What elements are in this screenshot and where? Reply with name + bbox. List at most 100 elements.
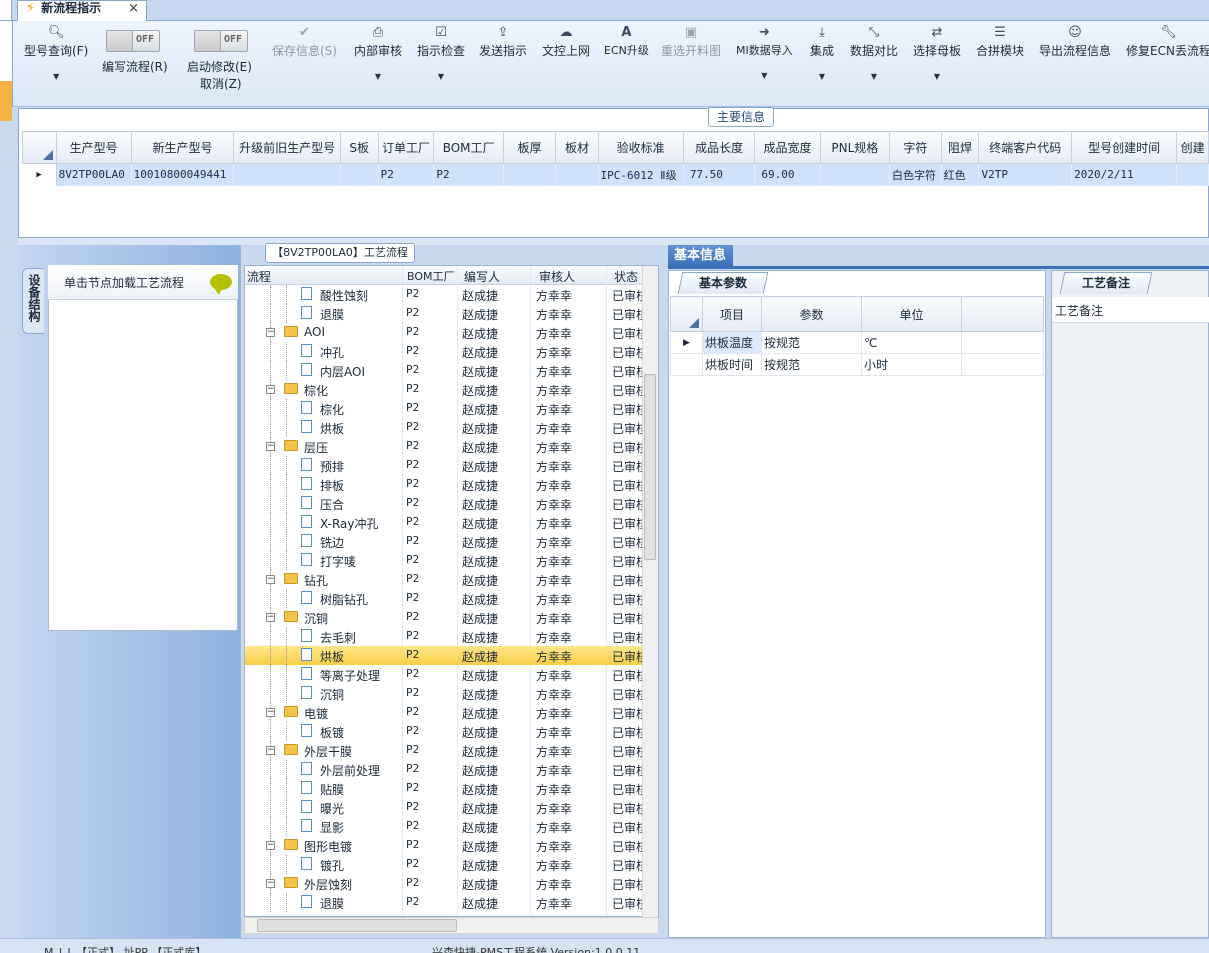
tree-leaf-node[interactable]: 板镀 P2 赵成捷 方幸幸 已审核: [245, 722, 648, 741]
col-item[interactable]: 项目: [702, 296, 762, 332]
collapse-icon[interactable]: −: [266, 746, 275, 755]
main-cell-13[interactable]: 红色: [941, 163, 980, 186]
edit-toggle[interactable]: OFF: [194, 30, 248, 52]
main-cell-9[interactable]: 77.50: [683, 163, 756, 186]
tree-leaf-node[interactable]: 铣边 P2 赵成捷 方幸幸 已审核: [245, 532, 648, 551]
tree-leaf-node[interactable]: 退膜 P2 赵成捷 方幸幸 已审核: [245, 304, 648, 323]
collapse-icon[interactable]: −: [266, 328, 275, 337]
col-reviewer[interactable]: 审核人: [539, 268, 575, 285]
tree-group-node[interactable]: − 钻孔 P2 赵成捷 方幸幸 已审核: [245, 570, 648, 589]
tab-new-flow-instruction[interactable]: ⚡ 新流程指示 ×: [17, 0, 147, 21]
main-col-14[interactable]: 终端客户代码: [978, 131, 1073, 164]
select-mother-board-button[interactable]: ⇄ 选择母板 ▼: [913, 24, 961, 81]
main-col-12[interactable]: 字符: [889, 131, 942, 164]
tree-leaf-node[interactable]: 贴膜 P2 赵成捷 方幸幸 已审核: [245, 779, 648, 798]
tree-group-node[interactable]: − AOI P2 赵成捷 方幸幸 已审核: [245, 323, 648, 342]
main-col-13[interactable]: 阻焊: [940, 131, 980, 164]
tree-leaf-node[interactable]: 内层AOI P2 赵成捷 方幸幸 已审核: [245, 361, 648, 380]
tree-leaf-node[interactable]: 等离子处理 P2 赵成捷 方幸幸 已审核: [245, 665, 648, 684]
tree-leaf-node[interactable]: 棕化 P2 赵成捷 方幸幸 已审核: [245, 399, 648, 418]
tree-leaf-node[interactable]: 冲孔 P2 赵成捷 方幸幸 已审核: [245, 342, 648, 361]
main-col-6[interactable]: 板厚: [502, 131, 557, 164]
table-row[interactable]: ▶ 烘板温度 按规范 ℃: [670, 331, 1044, 354]
main-col-9[interactable]: 成品长度: [682, 131, 756, 164]
main-cell-2[interactable]: [233, 163, 341, 186]
tree-group-node[interactable]: − 层压 P2 赵成捷 方幸幸 已审核: [245, 437, 648, 456]
main-cell-11[interactable]: [820, 163, 891, 186]
horizontal-scroll-thumb[interactable]: [257, 919, 457, 932]
tree-leaf-node[interactable]: 预排 P2 赵成捷 方幸幸 已审核: [245, 456, 648, 475]
model-query-button[interactable]: 🔍︎ 型号查询(F) ▼: [24, 24, 88, 81]
tree-leaf-node[interactable]: 外层前处理 P2 赵成捷 方幸幸 已审核: [245, 760, 648, 779]
tree-group-node[interactable]: − 棕化 P2 赵成捷 方幸幸 已审核: [245, 380, 648, 399]
tree-leaf-node[interactable]: 曝光 P2 赵成捷 方幸幸 已审核: [245, 798, 648, 817]
tree-leaf-node[interactable]: 镀孔 P2 赵成捷 方幸幸 已审核: [245, 855, 648, 874]
table-row[interactable]: 烘板时间 按规范 小时: [670, 353, 1044, 376]
tree-leaf-node[interactable]: 排板 P2 赵成捷 方幸幸 已审核: [245, 475, 648, 494]
export-flow-button[interactable]: ☺ 导出流程信息: [1039, 24, 1111, 59]
main-cell-4[interactable]: P2: [378, 163, 435, 186]
save-info-button[interactable]: ✔ 保存信息(S): [272, 24, 337, 59]
vertical-scrollbar[interactable]: [642, 266, 658, 917]
doc-upload-button[interactable]: ☁ 文控上网: [542, 24, 590, 59]
collapse-icon[interactable]: −: [266, 613, 275, 622]
tab-equipment-structure[interactable]: 设备结构: [22, 268, 44, 334]
close-icon[interactable]: ×: [128, 2, 139, 16]
instruction-check-button[interactable]: ☑ 指示检查 ▼: [417, 24, 465, 81]
col-flow[interactable]: 流程: [247, 268, 271, 285]
tree-leaf-node[interactable]: 去毛刺 P2 赵成捷 方幸幸 已审核: [245, 627, 648, 646]
tab-basic-info[interactable]: 基本信息: [668, 245, 733, 267]
main-cell-1[interactable]: 10010800049441: [131, 163, 235, 186]
main-col-0[interactable]: 生产型号: [55, 131, 132, 164]
main-cell-16[interactable]: [1176, 163, 1209, 186]
param-unit[interactable]: 小时: [861, 353, 962, 376]
merge-module-button[interactable]: ☰ 合拼模块: [976, 24, 1024, 59]
tree-leaf-node[interactable]: 退膜 P2 赵成捷 方幸幸 已审核: [245, 893, 648, 912]
tree-group-node[interactable]: − 外层蚀刻 P2 赵成捷 方幸幸 已审核: [245, 874, 648, 893]
main-col-8[interactable]: 验收标准: [597, 131, 684, 164]
flow-tree[interactable]: 流程 BOM工厂 编写人 审核人 状态 酸性蚀刻 P2 赵成捷 方幸幸 已审核 退膜 P2 赵…: [244, 265, 659, 917]
col-param[interactable]: 参数: [761, 296, 862, 332]
main-cell-3[interactable]: [340, 163, 379, 186]
grid-corner[interactable]: [22, 131, 57, 164]
vertical-scroll-thumb[interactable]: [644, 374, 656, 560]
tab-basic-params[interactable]: 基本参数: [677, 272, 769, 294]
send-instruction-button[interactable]: ⇪ 发送指示: [479, 24, 527, 59]
fix-ecn-button[interactable]: 🔧︎ 修复ECN丢流程: [1126, 24, 1209, 59]
tree-leaf-node[interactable]: 烘板 P2 赵成捷 方幸幸 已审核: [245, 418, 648, 437]
main-col-1[interactable]: 新生产型号: [130, 131, 235, 164]
tree-group-node[interactable]: − 沉铜 P2 赵成捷 方幸幸 已审核: [245, 608, 648, 627]
main-cell-0[interactable]: 8V2TP00LA0: [56, 163, 132, 186]
main-col-11[interactable]: PNL规格: [819, 131, 891, 164]
collapse-icon[interactable]: −: [266, 879, 275, 888]
col-writer[interactable]: 编写人: [464, 268, 500, 285]
param-unit[interactable]: ℃: [861, 331, 962, 354]
tree-leaf-node[interactable]: 显影 P2 赵成捷 方幸幸 已审核: [245, 817, 648, 836]
cancel-button[interactable]: 取消(Z): [200, 75, 242, 92]
reselect-drawing-button[interactable]: ▣ 重选开料图: [661, 24, 721, 59]
main-cell-8[interactable]: IPC-6012 Ⅱ级: [598, 163, 684, 186]
write-flow-toggle[interactable]: OFF: [106, 30, 160, 52]
mi-import-button[interactable]: ➜ MI数据导入 ▼: [736, 24, 793, 80]
tab-process-notes[interactable]: 工艺备注: [1059, 272, 1153, 294]
tree-group-node[interactable]: − 电镀 P2 赵成捷 方幸幸 已审核: [245, 703, 648, 722]
main-cell-15[interactable]: 2020/2/11: [1071, 163, 1178, 186]
collapse-icon[interactable]: −: [266, 841, 275, 850]
tree-leaf-node[interactable]: 树脂钻孔 P2 赵成捷 方幸幸 已审核: [245, 589, 648, 608]
main-cell-5[interactable]: P2: [433, 163, 504, 186]
col-status[interactable]: 状态: [614, 268, 638, 285]
tree-group-node[interactable]: − 图形电镀 P2 赵成捷 方幸幸 已审核: [245, 836, 648, 855]
internal-review-button[interactable]: ⎙ 内部审核 ▼: [354, 24, 402, 81]
collapse-icon[interactable]: −: [266, 442, 275, 451]
collapse-icon[interactable]: −: [266, 708, 275, 717]
main-cell-6[interactable]: [503, 163, 557, 186]
tree-leaf-node[interactable]: 酸性蚀刻 P2 赵成捷 方幸幸 已审核: [245, 285, 648, 304]
main-col-3[interactable]: S板: [339, 131, 379, 164]
ecn-upgrade-button[interactable]: A ECN升级: [604, 24, 649, 58]
param-value[interactable]: 按规范: [761, 353, 862, 376]
tree-leaf-node[interactable]: 沉铜 P2 赵成捷 方幸幸 已审核: [245, 684, 648, 703]
main-cell-14[interactable]: V2TP: [978, 163, 1073, 186]
integrate-button[interactable]: ⤓ 集成 ▼: [810, 24, 834, 81]
data-compare-button[interactable]: ⤡ 数据对比 ▼: [850, 24, 898, 81]
main-cell-12[interactable]: 白色字符: [889, 163, 942, 186]
